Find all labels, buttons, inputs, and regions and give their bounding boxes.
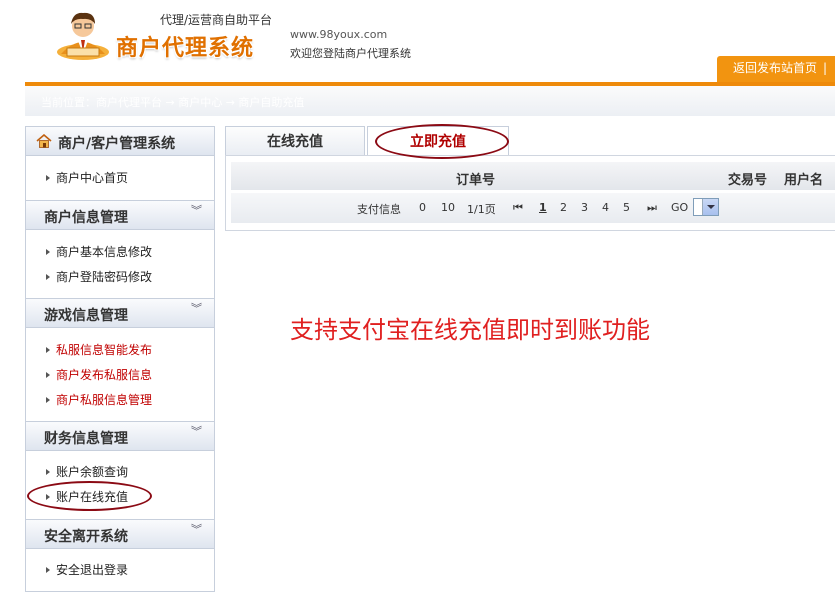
sidebar-section-game-info[interactable]: 游戏信息管理 ︾: [25, 298, 215, 328]
tab-bar: 在线充值 立即充值: [225, 126, 835, 156]
separator: |: [823, 61, 828, 75]
businessman-logo-icon: [57, 12, 109, 60]
sidebar: 商户/客户管理系统 商户中心首页 商户信息管理 ︾ 商户基本信息修改 商户登陆密…: [25, 126, 215, 592]
chevron-down-icon[interactable]: ︾: [191, 426, 202, 437]
chevron-down-icon[interactable]: ︾: [191, 303, 202, 314]
sidebar-item-smart-publish[interactable]: 私服信息智能发布: [46, 341, 152, 358]
sidebar-section-title: 游戏信息管理: [44, 308, 128, 324]
sidebar-section-body: 私服信息智能发布 商户发布私服信息 商户私服信息管理: [25, 328, 215, 422]
chevron-down-icon[interactable]: ︾: [191, 205, 202, 216]
sidebar-item-online-recharge[interactable]: 账户在线充值: [46, 488, 128, 505]
bullet-arrow-icon: [46, 493, 50, 500]
sidebar-section-title: 商户/客户管理系统: [58, 136, 176, 152]
tab-instant-recharge[interactable]: 立即充值: [367, 126, 509, 156]
tab-online-recharge[interactable]: 在线充值: [225, 126, 365, 156]
dropdown-arrow-icon[interactable]: [702, 199, 718, 215]
bullet-arrow-icon: [46, 346, 50, 353]
home-icon: [36, 134, 52, 148]
sidebar-section-body: 安全退出登录: [25, 549, 215, 592]
bullet-arrow-icon: [46, 174, 50, 181]
pager-page-2[interactable]: 2: [560, 201, 567, 214]
platform-tagline: 代理/运营商自助平台: [160, 13, 273, 27]
sidebar-item-label: 账户在线充值: [56, 490, 129, 504]
first-page-icon[interactable]: ⏮: [513, 201, 523, 215]
sidebar-item-label: 私服信息智能发布: [56, 343, 153, 357]
sidebar-item-edit-basic-info[interactable]: 商户基本信息修改: [46, 243, 152, 260]
sidebar-item-label: 安全退出登录: [56, 563, 129, 577]
column-username: 用户名: [784, 173, 824, 188]
pager-page-size: 10: [441, 201, 455, 214]
bullet-arrow-icon: [46, 273, 50, 280]
sidebar-item-balance-query[interactable]: 账户余额查询: [46, 463, 128, 480]
pager-page-3[interactable]: 3: [581, 201, 588, 214]
sidebar-item-safe-logout[interactable]: 安全退出登录: [46, 561, 128, 578]
pager-go-button[interactable]: GO: [671, 201, 688, 214]
sidebar-item-change-password[interactable]: 商户登陆密码修改: [46, 268, 152, 285]
pager-label: 支付信息: [357, 203, 401, 216]
sidebar-section-finance[interactable]: 财务信息管理 ︾: [25, 421, 215, 451]
sidebar-section-title: 安全离开系统: [44, 529, 128, 545]
welcome-text: 欢迎您登陆商户代理系统: [290, 47, 411, 60]
sidebar-item-publish-server[interactable]: 商户发布私服信息: [46, 366, 152, 383]
bullet-arrow-icon: [46, 248, 50, 255]
sidebar-section-body: 商户中心首页: [25, 156, 215, 200]
pager-page-1[interactable]: 1: [539, 201, 547, 214]
last-page-icon[interactable]: ⏭: [647, 201, 657, 215]
sidebar-section-body: 账户余额查询 账户在线充值: [25, 451, 215, 519]
sidebar-section-merchant-info[interactable]: 商户信息管理 ︾: [25, 200, 215, 230]
pager-page-5[interactable]: 5: [623, 201, 630, 214]
sidebar-item-label: 商户中心首页: [56, 171, 129, 185]
chevron-down-icon[interactable]: ︾: [191, 524, 202, 535]
pager-total: 0: [419, 201, 426, 214]
bullet-arrow-icon: [46, 468, 50, 475]
back-to-site-button[interactable]: 返回发布站首页 |: [717, 56, 835, 82]
bullet-arrow-icon: [46, 566, 50, 573]
sidebar-item-merchant-home[interactable]: 商户中心首页: [46, 169, 128, 186]
bullet-arrow-icon: [46, 396, 50, 403]
column-transaction-no: 交易号: [728, 173, 768, 188]
sidebar-section-logout[interactable]: 安全离开系统 ︾: [25, 519, 215, 549]
sidebar-section-customer-system[interactable]: 商户/客户管理系统: [25, 126, 215, 156]
table-header: 订单号 交易号 用户名: [231, 162, 835, 190]
brand-title: 商户代理系统: [116, 36, 255, 61]
page-select[interactable]: [693, 198, 719, 216]
sidebar-section-title: 商户信息管理: [44, 210, 128, 226]
header: 代理/运营商自助平台 商户代理系统 www.98youx.com 欢迎您登陆商户…: [0, 0, 835, 84]
back-to-site-label: 返回发布站首页: [733, 61, 818, 75]
sidebar-section-body: 商户基本信息修改 商户登陆密码修改: [25, 230, 215, 298]
sidebar-item-label: 商户私服信息管理: [56, 393, 153, 407]
sidebar-item-label: 商户发布私服信息: [56, 368, 153, 382]
sidebar-section-title: 财务信息管理: [44, 431, 128, 447]
sidebar-item-label: 商户基本信息修改: [56, 245, 153, 259]
recharge-panel: 订单号 交易号 用户名 支付信息 0 10 1/1页 ⏮ 1 2 3 4 5 ⏭…: [225, 155, 835, 231]
sidebar-item-label: 商户登陆密码修改: [56, 270, 153, 284]
sidebar-item-manage-server[interactable]: 商户私服信息管理: [46, 391, 152, 408]
pager: 支付信息 0 10 1/1页 ⏮ 1 2 3 4 5 ⏭ GO: [231, 193, 835, 223]
breadcrumb-bar: 当前位置：商户代理平台 → 商户中心 → 商户自助充值: [25, 86, 835, 116]
pager-page-4[interactable]: 4: [602, 201, 609, 214]
bullet-arrow-icon: [46, 371, 50, 378]
sidebar-item-label: 账户余额查询: [56, 465, 129, 479]
column-order-no: 订单号: [456, 173, 496, 188]
feature-annotation: 支持支付宝在线充值即时到账功能: [290, 316, 650, 344]
breadcrumb: 当前位置：商户代理平台 → 商户中心 → 商户自助充值: [41, 96, 305, 109]
site-url: www.98youx.com: [290, 28, 388, 41]
pager-page-info: 1/1页: [467, 203, 496, 216]
